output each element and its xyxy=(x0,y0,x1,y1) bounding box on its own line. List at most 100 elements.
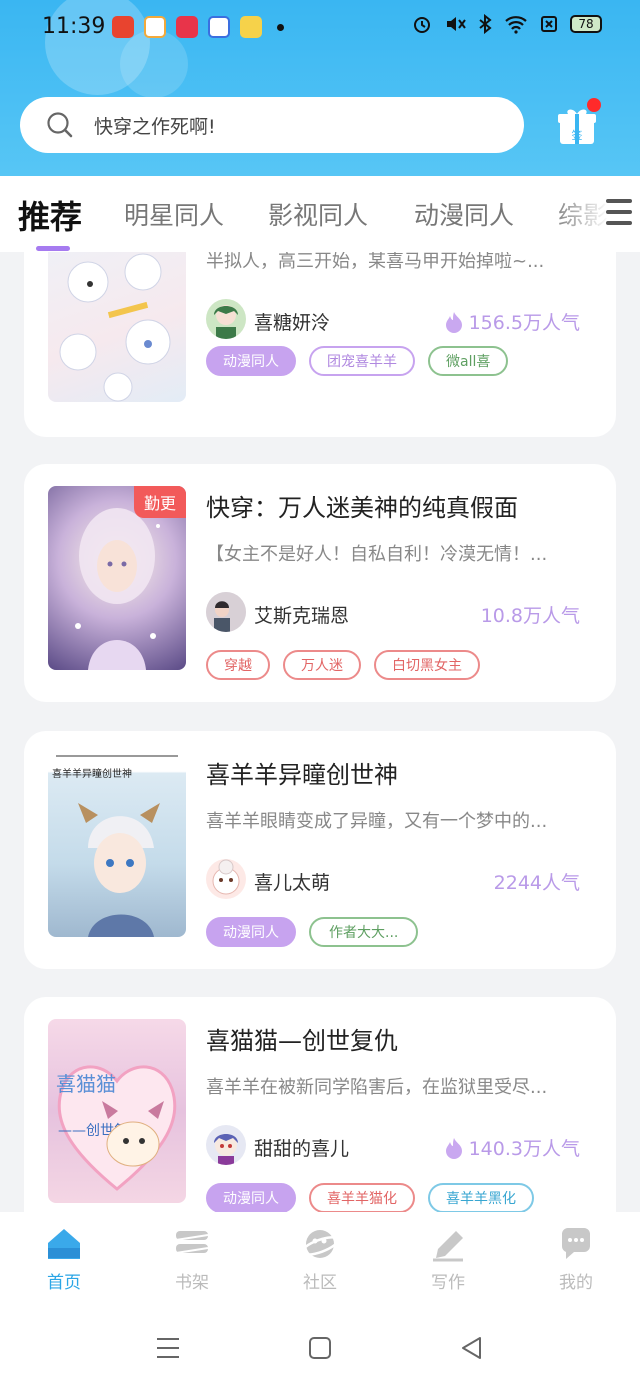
tab-film-tv[interactable]: 影视同人 xyxy=(268,196,368,232)
tag[interactable]: 万人迷 xyxy=(283,650,361,680)
book-description: 【女主不是好人！自私自利！冷漠无情！... xyxy=(206,544,548,565)
book-cover[interactable] xyxy=(48,252,186,402)
gift-notification-dot xyxy=(587,98,601,112)
tab-anime[interactable]: 动漫同人 xyxy=(414,196,514,232)
author-name: 甜甜的喜儿 xyxy=(254,1138,350,1160)
system-nav-bar xyxy=(0,1312,640,1387)
popularity: 156.5万人气 xyxy=(445,308,580,335)
tag-list: 动漫同人 团宠喜羊羊 微all喜 xyxy=(206,346,509,376)
book-card[interactable]: 半拟人，高三开始，某喜马甲开始掉啦~... 喜糖妍泠 156.5万人气 动漫同人… xyxy=(24,252,616,437)
alarm-icon xyxy=(414,17,430,33)
tag[interactable]: 作者大大... xyxy=(309,917,419,947)
home-icon xyxy=(48,1229,80,1259)
book-feed: 半拟人，高三开始，某喜马甲开始掉啦~... 喜糖妍泠 156.5万人气 动漫同人… xyxy=(0,252,640,1212)
tag[interactable]: 微all喜 xyxy=(428,346,509,376)
cover-title: 喜猫猫 xyxy=(56,1072,116,1096)
book-title[interactable]: 快穿：万人迷美神的纯真假面 xyxy=(206,488,518,523)
bookshelf-icon xyxy=(175,1231,209,1254)
sim-icon xyxy=(541,16,557,32)
xiaohongshu-app-icon xyxy=(176,16,198,38)
search-icon xyxy=(47,112,73,138)
flame-icon xyxy=(445,311,462,333)
nav-label: 首页 xyxy=(47,1273,81,1293)
ting-app-icon xyxy=(112,16,134,38)
system-icons: 78 xyxy=(412,14,602,34)
book-card[interactable]: 勤更 快穿：万人迷美神的纯真假面 【女主不是好人！自私自利！冷漠无情！... 艾… xyxy=(24,464,616,702)
menu-icon[interactable] xyxy=(606,199,632,229)
category-tabs: 推荐 明星同人 影视同人 动漫同人 综影 xyxy=(0,176,640,252)
tab-celebrity[interactable]: 明星同人 xyxy=(124,196,224,232)
home-button-icon[interactable] xyxy=(306,1334,334,1362)
gift-label: 签 xyxy=(572,128,583,142)
book-cover[interactable]: 喜羊羊异瞳创世神 xyxy=(48,753,186,937)
book-card[interactable]: 喜羊羊异瞳创世神 喜羊羊异瞳创世神 喜羊羊眼睛变成了异瞳，又有一个梦中的... … xyxy=(24,731,616,969)
author-name: 艾斯克瑞恩 xyxy=(254,605,350,627)
popularity-count: 156.5万人气 xyxy=(468,312,580,334)
tag[interactable]: 喜羊羊猫化 xyxy=(309,1183,415,1212)
tag[interactable]: 团宠喜羊羊 xyxy=(309,346,415,376)
book-description: 喜羊羊在被新同学陷害后，在监狱里受尽... xyxy=(206,1077,548,1098)
nav-label: 我的 xyxy=(559,1273,593,1293)
tag[interactable]: 喜羊羊黑化 xyxy=(428,1183,534,1212)
cover-illustration: 喜羊羊异瞳创世神 xyxy=(52,755,178,937)
nav-label: 书架 xyxy=(175,1273,209,1293)
tag-list: 动漫同人 作者大大... xyxy=(206,917,419,947)
cover-illustration xyxy=(59,253,171,402)
author-name: 喜糖妍泠 xyxy=(254,312,331,334)
book-cover[interactable]: 喜猫猫 ——创世复仇 xyxy=(48,1019,186,1203)
status-bar: 11:39 78 xyxy=(0,0,640,58)
tag[interactable]: 白切黑女主 xyxy=(374,650,480,680)
tag[interactable]: 动漫同人 xyxy=(206,346,296,376)
author-avatar[interactable] xyxy=(206,592,246,632)
popularity: 10.8万人气 xyxy=(481,601,580,628)
tag-list: 动漫同人 喜羊羊猫化 喜羊羊黑化 xyxy=(206,1183,534,1212)
tag[interactable]: 穿越 xyxy=(206,650,270,680)
flame-icon xyxy=(445,1137,462,1159)
nav-write[interactable]: 写作 xyxy=(408,1226,488,1293)
tab-active-indicator xyxy=(36,246,70,251)
baidu-app-icon xyxy=(208,16,230,38)
chat-app-icon xyxy=(240,16,262,38)
notification-dot xyxy=(277,24,284,31)
write-icon xyxy=(433,1231,463,1262)
book-card[interactable]: 喜猫猫 ——创世复仇 喜猫猫—创世复仇 喜羊羊在被新同学陷害后，在监狱里受尽..… xyxy=(24,997,616,1212)
tag[interactable]: 动漫同人 xyxy=(206,917,296,947)
book-cover[interactable]: 勤更 xyxy=(48,486,186,670)
recent-apps-icon[interactable] xyxy=(154,1334,182,1362)
nav-label: 社区 xyxy=(303,1273,337,1293)
nav-community[interactable]: 社区 xyxy=(280,1226,360,1293)
search-placeholder: 快穿之作死啊! xyxy=(94,115,216,138)
author-avatar[interactable] xyxy=(206,859,246,899)
author-avatar[interactable] xyxy=(206,1125,246,1165)
nav-bookshelf[interactable]: 书架 xyxy=(152,1226,232,1293)
book-description: 喜羊羊眼睛变成了异瞳，又有一个梦中的... xyxy=(206,811,548,832)
community-icon xyxy=(302,1230,338,1258)
author-name: 喜儿太萌 xyxy=(254,872,331,894)
book-title[interactable]: 喜羊羊异瞳创世神 xyxy=(206,755,398,790)
wifi-icon xyxy=(505,16,527,34)
popularity: 2244人气 xyxy=(494,868,580,895)
cover-title: 喜羊羊异瞳创世神 xyxy=(52,767,132,780)
search-input[interactable]: 快穿之作死啊! xyxy=(20,97,524,153)
status-time: 11:39 xyxy=(42,14,106,39)
profile-icon xyxy=(561,1228,590,1259)
mute-icon xyxy=(447,17,466,31)
popularity-count: 2244人气 xyxy=(493,872,580,894)
gift-checkin-icon[interactable]: 签 xyxy=(557,106,597,146)
nav-profile[interactable]: 我的 xyxy=(536,1226,616,1293)
popularity-count: 10.8万人气 xyxy=(480,605,580,627)
bottom-nav: 首页 书架 社区 写作 我的 xyxy=(0,1212,640,1312)
popularity: 140.3万人气 xyxy=(445,1134,580,1161)
header: 11:39 78 快穿之作死啊! 签 xyxy=(0,0,640,176)
cover-illustration: 喜猫猫 ——创世复仇 xyxy=(56,1065,177,1191)
battery-icon: 78 xyxy=(570,15,602,33)
popularity-count: 140.3万人气 xyxy=(468,1138,580,1160)
nav-home[interactable]: 首页 xyxy=(24,1226,104,1293)
book-title[interactable]: 喜猫猫—创世复仇 xyxy=(206,1021,398,1056)
bluetooth-icon xyxy=(479,14,492,34)
tag[interactable]: 动漫同人 xyxy=(206,1183,296,1212)
wallet-app-icon xyxy=(144,16,166,38)
author-avatar[interactable] xyxy=(206,299,246,339)
tab-recommend[interactable]: 推荐 xyxy=(18,192,82,238)
back-icon[interactable] xyxy=(458,1334,486,1362)
